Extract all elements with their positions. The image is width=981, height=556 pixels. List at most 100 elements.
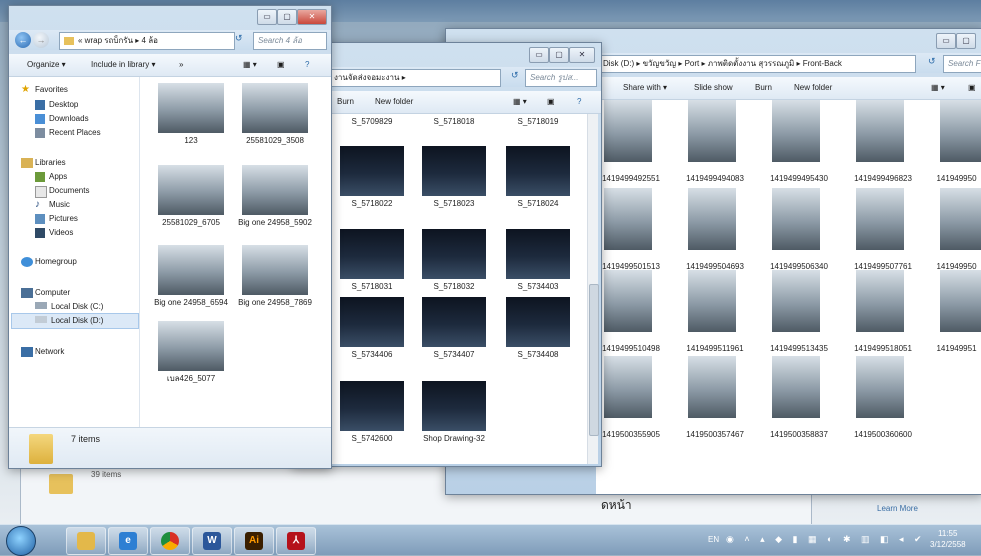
sidebar-item-music[interactable]: Music (49, 200, 70, 209)
file-thumbnail[interactable] (506, 146, 570, 196)
more-commands-button[interactable]: » (179, 60, 183, 69)
file-thumbnail[interactable] (158, 321, 224, 371)
preview-pane-icon[interactable]: ▣ (968, 83, 976, 92)
start-button[interactable] (6, 526, 36, 556)
search-input[interactable]: Search 4 ล้อ (253, 32, 327, 50)
file-thumbnail[interactable] (856, 188, 904, 250)
ie-taskbar-button[interactable]: e (108, 527, 148, 555)
new-folder-button[interactable]: New folder (794, 83, 832, 92)
forward-button[interactable]: → (33, 32, 49, 48)
file-thumbnail[interactable] (772, 356, 820, 418)
file-thumbnail[interactable] (688, 270, 736, 332)
file-thumbnail[interactable] (688, 356, 736, 418)
help-icon[interactable]: ? (577, 97, 581, 106)
file-thumbnail[interactable] (940, 100, 981, 162)
file-thumbnail[interactable] (856, 100, 904, 162)
search-input[interactable]: Search F (943, 55, 981, 73)
sidebar-item-videos[interactable]: Videos (49, 228, 73, 237)
word-taskbar-button[interactable]: W (192, 527, 232, 555)
file-thumbnail[interactable] (604, 270, 652, 332)
chrome-taskbar-button[interactable] (150, 527, 190, 555)
file-thumbnail[interactable] (856, 270, 904, 332)
sidebar-item-downloads[interactable]: Downloads (49, 114, 89, 123)
learn-more-link[interactable]: Learn More (877, 504, 918, 513)
back-button[interactable]: ← (15, 32, 31, 48)
file-thumbnail[interactable] (422, 297, 486, 347)
view-icon[interactable]: ▦ ▾ (513, 97, 527, 106)
file-thumbnail[interactable] (856, 356, 904, 418)
view-icon[interactable]: ▦ ▾ (243, 60, 257, 69)
illustrator-taskbar-button[interactable]: Ai (234, 527, 274, 555)
organize-button[interactable]: Organize ▾ (27, 60, 66, 69)
file-thumbnail[interactable] (940, 270, 981, 332)
minimize-button[interactable]: ▭ (257, 9, 277, 25)
file-thumbnail[interactable] (772, 100, 820, 162)
scrollbar-thumb[interactable] (589, 284, 599, 436)
address-bar[interactable]: งานจัดส่งจอมะงาน ▸ (329, 69, 501, 87)
maximize-button[interactable]: ▢ (956, 33, 976, 49)
sidebar-item-network[interactable]: Network (35, 347, 64, 356)
file-thumbnail[interactable] (340, 381, 404, 431)
acrobat-taskbar-button[interactable]: ⅄ (276, 527, 316, 555)
address-bar[interactable]: Disk (D:) ▸ ขวัญขวัญ ▸ Port ▸ ภาพติดตั้ง… (598, 55, 916, 73)
file-thumbnail[interactable] (158, 245, 224, 295)
preview-pane-icon[interactable]: ▣ (277, 60, 285, 69)
file-thumbnail[interactable] (422, 229, 486, 279)
slide-show-button[interactable]: Slide show (694, 83, 733, 92)
sidebar-item-local-disk-c[interactable]: Local Disk (C:) (51, 302, 103, 311)
file-thumbnail[interactable] (422, 146, 486, 196)
file-thumbnail[interactable] (688, 188, 736, 250)
refresh-button[interactable]: ↺ (928, 56, 936, 67)
explorer-taskbar-button[interactable] (66, 527, 106, 555)
sidebar-item-libraries[interactable]: Libraries (35, 158, 66, 167)
minimize-button[interactable]: ▭ (529, 47, 549, 63)
sidebar-item-favorites[interactable]: Favorites (35, 85, 68, 94)
include-in-library-button[interactable]: Include in library ▾ (91, 60, 156, 69)
file-thumbnail[interactable] (604, 100, 652, 162)
sidebar-item-computer[interactable]: Computer (35, 288, 70, 297)
file-thumbnail[interactable] (422, 381, 486, 431)
maximize-button[interactable]: ▢ (549, 47, 569, 63)
view-icon[interactable]: ▦ ▾ (931, 83, 945, 92)
file-thumbnail[interactable] (604, 188, 652, 250)
file-thumbnail[interactable] (242, 83, 308, 133)
file-thumbnail[interactable] (242, 245, 308, 295)
search-input[interactable]: Search รูปส... (525, 69, 597, 87)
sidebar-item-desktop[interactable]: Desktop (49, 100, 78, 109)
file-thumbnail[interactable] (340, 229, 404, 279)
close-button[interactable]: ✕ (297, 9, 327, 25)
file-thumbnail[interactable] (340, 297, 404, 347)
file-thumbnail[interactable] (940, 188, 981, 250)
file-thumbnail[interactable] (158, 165, 224, 215)
sidebar-item-apps[interactable]: Apps (49, 172, 67, 181)
minimize-button[interactable]: ▭ (936, 33, 956, 49)
file-thumbnail[interactable] (340, 146, 404, 196)
file-thumbnail[interactable] (506, 297, 570, 347)
file-thumbnail[interactable] (506, 229, 570, 279)
preview-pane-icon[interactable]: ▣ (547, 97, 555, 106)
help-icon[interactable]: ? (305, 60, 309, 69)
clock-time[interactable]: 11:55 (938, 529, 957, 538)
refresh-button[interactable]: ↺ (235, 33, 243, 44)
file-thumbnail[interactable] (242, 165, 308, 215)
maximize-button[interactable]: ▢ (277, 9, 297, 25)
burn-button[interactable]: Burn (755, 83, 772, 92)
file-thumbnail[interactable] (772, 188, 820, 250)
file-thumbnail[interactable] (688, 100, 736, 162)
language-indicator[interactable]: EN (708, 535, 719, 544)
clock-date[interactable]: 3/12/2558 (930, 540, 966, 549)
file-thumbnail[interactable] (772, 270, 820, 332)
sidebar-item-homegroup[interactable]: Homegroup (35, 257, 77, 266)
burn-button[interactable]: Burn (337, 97, 354, 106)
sidebar-item-local-disk-d[interactable]: Local Disk (D:) (51, 316, 103, 325)
sidebar-item-pictures[interactable]: Pictures (49, 214, 78, 223)
vertical-scrollbar[interactable] (587, 114, 599, 464)
file-thumbnail[interactable] (158, 83, 224, 133)
sidebar-item-recent-places[interactable]: Recent Places (49, 128, 101, 137)
file-thumbnail[interactable] (604, 356, 652, 418)
address-bar[interactable]: « wrap รถบ็กรัน ▸ 4 ล้อ (59, 32, 235, 50)
sidebar-item-documents[interactable]: Documents (49, 186, 89, 195)
close-button[interactable]: ✕ (569, 47, 595, 63)
refresh-button[interactable]: ↺ (511, 70, 519, 81)
new-folder-button[interactable]: New folder (375, 97, 413, 106)
